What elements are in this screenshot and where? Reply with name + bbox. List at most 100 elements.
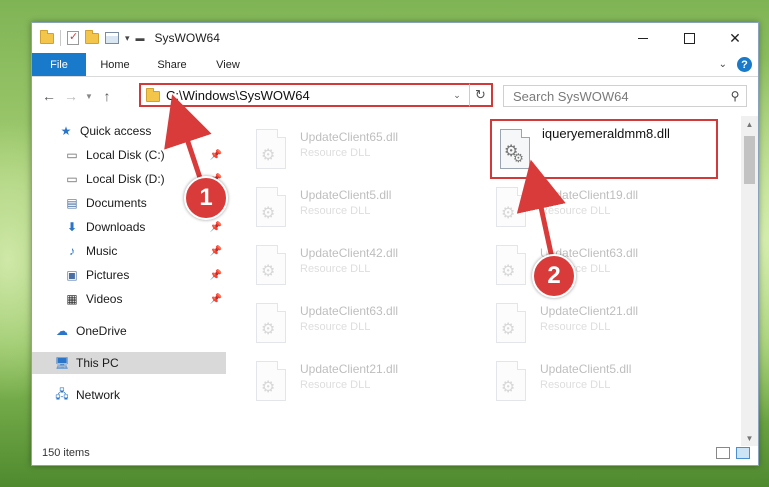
sidebar-item-onedrive[interactable]: ☁ OneDrive (32, 320, 226, 342)
toolbar-divider (60, 30, 61, 46)
tab-file[interactable]: File (32, 53, 86, 76)
list-item[interactable]: ⚙ UpdateClient63.dllResource DLL (468, 240, 693, 296)
list-item[interactable]: ⚙ UpdateClient19.dll Resource DLL (468, 182, 693, 238)
dll-file-icon: ⚙ (256, 129, 286, 169)
chevron-down-icon[interactable]: ▾ (125, 33, 130, 44)
file-name: UpdateClient21.dll (300, 362, 399, 376)
tab-home[interactable]: Home (86, 53, 144, 76)
large-icons-view-icon[interactable] (736, 447, 750, 459)
sidebar-item-label: This PC (76, 356, 119, 370)
properties-icon[interactable] (105, 32, 119, 44)
new-folder-icon[interactable] (85, 29, 99, 44)
sidebar-item-pictures[interactable]: ▣ Pictures 📌 (32, 264, 226, 286)
music-icon: ♪ (69, 244, 75, 258)
window-controls: ✕ (620, 23, 758, 53)
pin-icon: 📌 (209, 149, 222, 161)
close-icon: ✕ (729, 29, 741, 46)
folder-icon (40, 29, 54, 44)
sidebar-item-videos[interactable]: ▦ Videos 📌 (32, 288, 226, 310)
step-1-badge: 1 (184, 176, 228, 220)
sidebar-item-label: Videos (86, 292, 123, 306)
quick-access-toolbar: ▾ ▬ (32, 29, 145, 46)
pin-icon: 📌 (209, 269, 222, 281)
ribbon-tabs: File Home Share View ⌄ ? (32, 53, 758, 77)
customize-toolbar-icon[interactable]: ▬ (136, 33, 145, 43)
sidebar-item-label: Quick access (80, 124, 152, 138)
file-name: iqueryemeraldmm8.dll (542, 126, 670, 141)
scroll-up-arrow-icon[interactable]: ▲ (741, 116, 758, 132)
dll-file-icon: ⚙ (256, 303, 286, 343)
step-2-badge: 2 (532, 254, 576, 298)
dll-file-icon: ⚙ (256, 361, 286, 401)
tab-share[interactable]: Share (144, 53, 200, 76)
properties-check-icon[interactable] (67, 30, 79, 45)
refresh-button[interactable]: ↻ (469, 83, 493, 107)
sidebar-item-local-disk-c[interactable]: ▭ Local Disk (C:) 📌 (32, 144, 226, 166)
cloud-icon: ☁ (56, 324, 68, 338)
minimize-button[interactable] (620, 23, 666, 53)
sidebar-item-quick-access[interactable]: ★ Quick access (32, 120, 226, 142)
navigation-pane: ★ Quick access ▭ Local Disk (C:) 📌 ▭ Loc… (32, 116, 226, 434)
file-type: Resource DLL (540, 205, 611, 217)
close-button[interactable]: ✕ (712, 23, 758, 53)
sidebar-item-label: Downloads (86, 220, 146, 234)
sidebar-item-this-pc[interactable]: 🖥 This PC (32, 352, 226, 374)
list-item[interactable]: ⚙ UpdateClient42.dll Resource DLL (228, 240, 453, 296)
scrollbar-thumb[interactable] (744, 136, 755, 184)
star-icon: ★ (60, 124, 72, 138)
navigation-bar: ← → ▼ ↑ C:\Windows\SysWOW64 ⌄ ↻ Search S… (32, 79, 758, 113)
help-icon[interactable]: ? (737, 57, 752, 72)
maximize-button[interactable] (666, 23, 712, 53)
file-name: UpdateClient5.dll (540, 362, 632, 376)
sidebar-item-label: Local Disk (C:) (86, 148, 165, 162)
search-placeholder: Search SysWOW64 (513, 88, 629, 104)
back-arrow-icon[interactable]: ← (38, 88, 60, 104)
up-arrow-icon[interactable]: ↑ (96, 88, 118, 104)
file-explorer-window: ▾ ▬ SysWOW64 ✕ File Home Share View ⌄ ? … (31, 22, 759, 466)
network-icon: 🖧 (55, 386, 69, 401)
recent-locations-chevron-icon[interactable]: ▼ (82, 92, 96, 101)
dll-file-icon: ⚙ (256, 187, 286, 227)
dll-file-icon: ⚙ (496, 245, 526, 285)
address-dropdown-icon[interactable]: ⌄ (447, 90, 467, 101)
file-type: Resource DLL (540, 321, 611, 333)
address-bar[interactable]: C:\Windows\SysWOW64 ⌄ (139, 83, 493, 107)
pin-icon: 📌 (209, 221, 222, 233)
details-view-icon[interactable] (716, 447, 730, 459)
file-type: Resource DLL (300, 321, 371, 333)
picture-icon: ▣ (66, 268, 78, 282)
list-item[interactable]: ⚙ UpdateClient65.dll Resource DLL (228, 124, 453, 180)
sidebar-item-music[interactable]: ♪ Music 📌 (32, 240, 226, 262)
file-list: ⚙ UpdateClient65.dll Resource DLL ⚙ Updat… (228, 116, 742, 434)
file-name: UpdateClient5.dll (300, 188, 392, 202)
refresh-icon: ↻ (475, 87, 486, 102)
forward-arrow-icon[interactable]: → (60, 88, 82, 104)
view-toggle (716, 447, 758, 459)
pin-icon: 📌 (209, 293, 222, 305)
sidebar-item-network[interactable]: 🖧 Network (32, 384, 226, 406)
sidebar-item-label: Music (86, 244, 118, 258)
list-item[interactable]: ⚙ UpdateClient5.dll Resource DLL (228, 182, 453, 238)
list-item[interactable]: ⚙ UpdateClient21.dll Resource DLL (468, 298, 693, 354)
sidebar-item-label: Local Disk (D:) (86, 172, 165, 186)
dll-file-icon: ⚙ (496, 303, 526, 343)
download-icon: ⬇ (66, 220, 78, 234)
window-title: SysWOW64 (154, 31, 220, 45)
file-type: Resource DLL (540, 379, 611, 391)
drive-icon: ▭ (66, 148, 78, 162)
vertical-scrollbar[interactable]: ▲ ▼ (741, 116, 758, 446)
list-item[interactable]: ⚙ UpdateClient21.dll Resource DLL (228, 356, 453, 412)
tab-view[interactable]: View (200, 53, 256, 76)
list-item-selected-dll[interactable]: ⚙ ⚙ iqueryemeraldmm8.dll (492, 124, 717, 180)
computer-icon: 🖥 (54, 356, 70, 370)
drive-icon: ▭ (66, 172, 78, 186)
list-item[interactable]: ⚙ UpdateClient5.dll Resource DLL (468, 356, 693, 412)
file-name: UpdateClient63.dll (300, 304, 399, 318)
sidebar-item-downloads[interactable]: ⬇ Downloads 📌 (32, 216, 226, 238)
sidebar-item-label: Documents (86, 196, 147, 210)
list-item[interactable]: ⚙ UpdateClient63.dll Resource DLL (228, 298, 453, 354)
dll-file-icon: ⚙ (256, 245, 286, 285)
expand-ribbon-icon[interactable]: ⌄ (719, 59, 727, 70)
search-icon[interactable]: ⚲ (724, 89, 746, 103)
search-box[interactable]: Search SysWOW64 ⚲ (503, 85, 747, 107)
